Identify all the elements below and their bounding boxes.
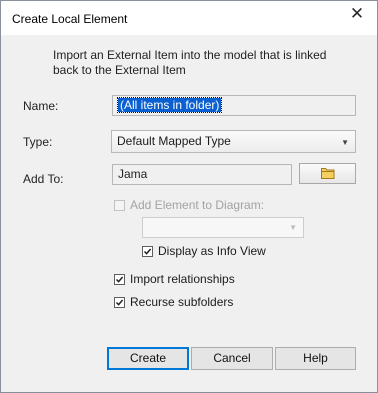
add-to-diagram-label: Add Element to Diagram: [130, 198, 265, 212]
type-select[interactable]: Default Mapped Type ▼ [111, 130, 356, 153]
help-button[interactable]: Help [275, 347, 356, 370]
checkmark-icon [143, 248, 152, 255]
add-to-label: Add To: [23, 172, 64, 186]
dialog-title: Create Local Element [12, 12, 128, 26]
type-label: Type: [23, 135, 53, 149]
close-icon[interactable]: ✕ [343, 3, 371, 25]
create-button[interactable]: Create [107, 347, 189, 370]
chevron-down-icon: ▼ [341, 138, 349, 147]
cancel-button[interactable]: Cancel [191, 347, 273, 370]
checkmark-icon [115, 299, 124, 306]
display-info-view-label: Display as Info View [158, 244, 266, 258]
display-info-view-checkbox[interactable]: Display as Info View [142, 244, 266, 258]
import-relationships-label: Import relationships [130, 272, 235, 286]
checkmark-icon [115, 276, 124, 283]
name-field[interactable]: (All items in folder) [112, 95, 356, 116]
add-to-diagram-checkbox[interactable]: Add Element to Diagram: [114, 198, 264, 212]
import-relationships-checkbox[interactable]: Import relationships [114, 272, 235, 286]
name-value: (All items in folder) [116, 97, 223, 113]
recurse-subfolders-label: Recurse subfolders [130, 295, 234, 309]
title-bar: Create Local Element ✕ [1, 1, 377, 35]
chevron-down-icon: ▼ [289, 223, 297, 232]
dialog-description: Import an External Item into the model t… [53, 48, 327, 77]
recurse-subfolders-box [114, 296, 125, 308]
browse-folder-button[interactable] [299, 163, 356, 184]
recurse-subfolders-checkbox[interactable]: Recurse subfolders [114, 295, 233, 309]
diagram-select[interactable]: ▼ [142, 217, 304, 238]
display-info-view-box [142, 245, 153, 257]
add-to-diagram-box [114, 199, 125, 211]
add-to-field: Jama [112, 164, 292, 185]
type-value: Default Mapped Type [117, 134, 231, 148]
name-label: Name: [23, 99, 59, 113]
import-relationships-box [114, 273, 125, 285]
folder-icon [321, 168, 335, 179]
create-local-element-dialog: Create Local Element ✕ Import an Externa… [0, 0, 378, 393]
add-to-value: Jama [118, 167, 148, 181]
